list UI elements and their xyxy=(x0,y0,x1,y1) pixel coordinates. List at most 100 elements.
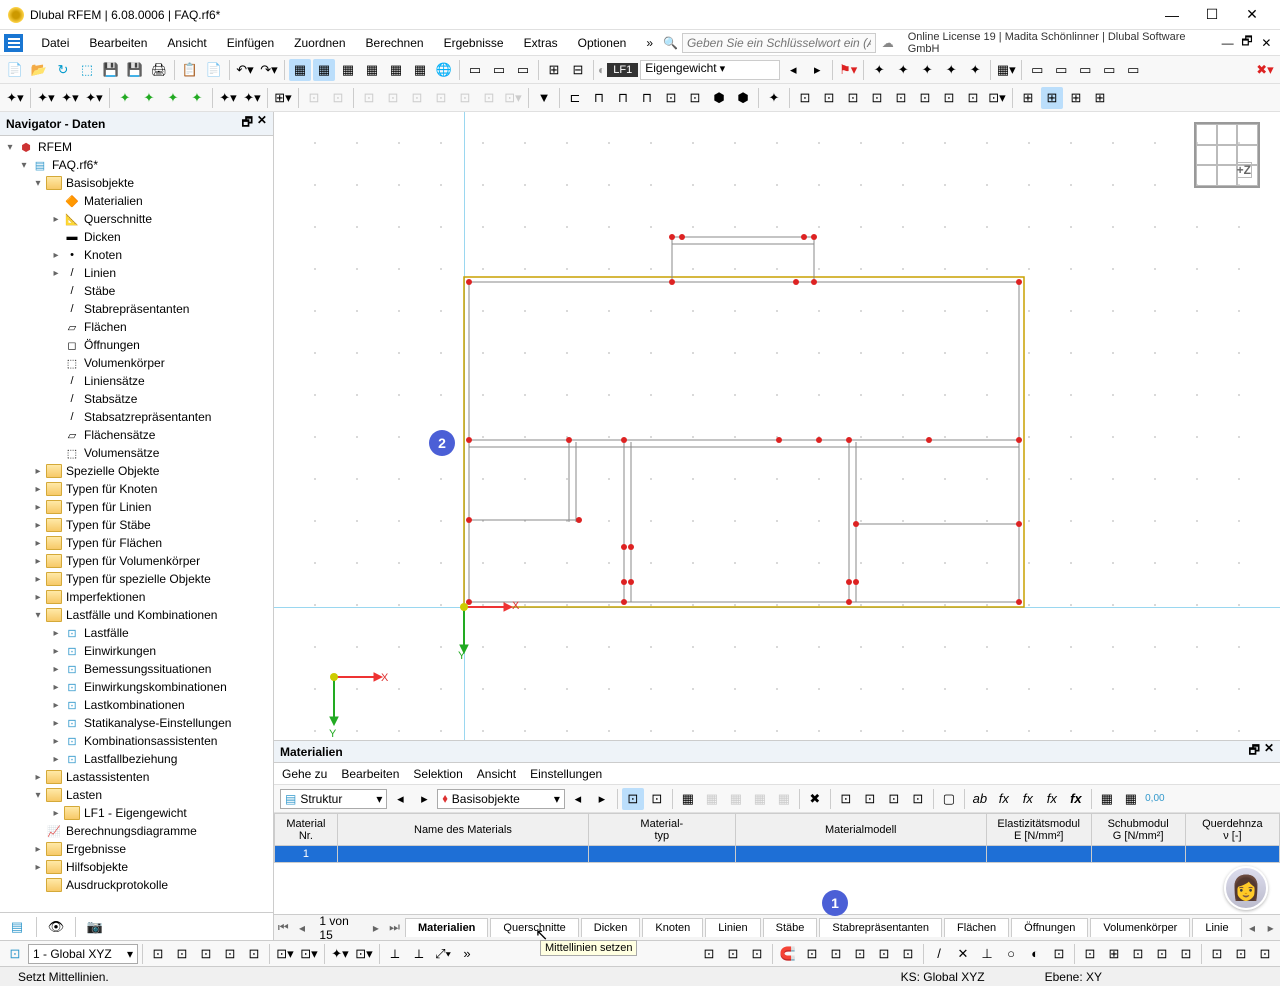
tree-item[interactable]: /Liniensätze xyxy=(0,372,273,390)
tree-item[interactable]: ⬚Volumensätze xyxy=(0,444,273,462)
bt-snap3-icon[interactable]: ⊡ xyxy=(825,943,847,965)
tool-e-icon[interactable]: ✦ xyxy=(964,59,986,81)
tree-folder[interactable]: 📈Berechnungsdiagramme xyxy=(0,822,273,840)
page-icon[interactable]: 📄 xyxy=(203,59,225,81)
tree-item[interactable]: ▸📐Querschnitte xyxy=(0,210,273,228)
bp-restore-icon[interactable]: 🗗 xyxy=(1249,741,1260,762)
bp-t1-icon[interactable]: ⊡ xyxy=(622,788,644,810)
menu-optionen[interactable]: Optionen xyxy=(568,36,637,50)
tree-item[interactable]: ▸⊡Einwirkungen xyxy=(0,642,273,660)
tree-folder[interactable]: ▸Ergebnisse xyxy=(0,840,273,858)
tree-file[interactable]: ▾▤FAQ.rf6* xyxy=(0,156,273,174)
lf-next-icon[interactable]: ▸ xyxy=(806,59,828,81)
bp-prev-icon[interactable]: ◂ xyxy=(389,788,411,810)
bt-2-icon[interactable]: ⊡ xyxy=(147,943,169,965)
tree-folder[interactable]: ▸Hilfsobjekte xyxy=(0,858,273,876)
shape3-icon[interactable]: ▭ xyxy=(512,59,534,81)
bt-13-icon[interactable]: ⤢▾ xyxy=(432,943,454,965)
tree-item[interactable]: ▱Flächensätze xyxy=(0,426,273,444)
bp-next2-icon[interactable]: ▸ xyxy=(591,788,613,810)
align2-icon[interactable]: ⊟ xyxy=(567,59,589,81)
t2-9-icon[interactable]: ✦▾ xyxy=(241,87,263,109)
tab-flächen[interactable]: Flächen xyxy=(944,918,1009,937)
tabs-last-icon[interactable]: ⏭ xyxy=(385,920,404,935)
bp-prev2-icon[interactable]: ◂ xyxy=(567,788,589,810)
lf-prev-icon[interactable]: ◂ xyxy=(782,59,804,81)
nav-restore-icon[interactable]: 🗗 xyxy=(242,113,253,134)
table-column-header[interactable]: Querdehnza ν [-] xyxy=(1185,814,1279,846)
t2-34-icon[interactable]: ⊡ xyxy=(914,87,936,109)
t2-15-icon[interactable]: ⊡ xyxy=(406,87,428,109)
t2-21-icon[interactable]: ⊓ xyxy=(588,87,610,109)
menu-einfuegen[interactable]: Einfügen xyxy=(217,36,284,50)
star-icon[interactable]: ✦▾ xyxy=(4,87,26,109)
bt-snap5-icon[interactable]: ⊡ xyxy=(873,943,895,965)
table-column-header[interactable]: Material- typ xyxy=(589,814,736,846)
bt-snap2-icon[interactable]: ⊡ xyxy=(801,943,823,965)
t2-33-icon[interactable]: ⊡ xyxy=(890,87,912,109)
t2-18-icon[interactable]: ⊡ xyxy=(478,87,500,109)
tree-item[interactable]: ▸LF1 - Eigengewicht xyxy=(0,804,273,822)
tree-item[interactable]: 🔶Materialien xyxy=(0,192,273,210)
bp-select-struktur[interactable]: ▤Struktur▾ xyxy=(280,789,387,809)
navigator-tree[interactable]: ▾⬢RFEM ▾▤FAQ.rf6* ▾Basisobjekte 🔶Materia… xyxy=(0,136,273,912)
menu-overflow[interactable]: » xyxy=(636,36,663,50)
nav-camera-icon[interactable]: 📷 xyxy=(84,916,106,938)
bp-delete-icon[interactable]: ✖ xyxy=(804,788,826,810)
inner-close[interactable]: ✕ xyxy=(1257,36,1276,50)
minimize-button[interactable]: — xyxy=(1152,1,1192,29)
bp-menu-gehezu[interactable]: Gehe zu xyxy=(282,767,327,781)
shape1-icon[interactable]: ▭ xyxy=(464,59,486,81)
tree-item[interactable]: ▸/Linien xyxy=(0,264,273,282)
bt-43-icon[interactable]: ⊡ xyxy=(1254,943,1276,965)
t2-14-icon[interactable]: ⊡ xyxy=(382,87,404,109)
bt-38-icon[interactable]: ⊡ xyxy=(1127,943,1149,965)
model-icon[interactable]: ⬚ xyxy=(76,59,98,81)
tab-querschnitte[interactable]: Querschnitte xyxy=(490,918,578,937)
t2-37-icon[interactable]: ⊡▾ xyxy=(986,87,1008,109)
menu-ergebnisse[interactable]: Ergebnisse xyxy=(434,36,514,50)
shape2-icon[interactable]: ▭ xyxy=(488,59,510,81)
table-column-header[interactable]: Elastizitätsmodul E [N/mm²] xyxy=(986,814,1091,846)
support-avatar[interactable] xyxy=(1224,866,1268,910)
bt-39-icon[interactable]: ⊡ xyxy=(1151,943,1173,965)
redo-icon[interactable]: ↷▾ xyxy=(258,59,280,81)
table-column-header[interactable]: Materialmodell xyxy=(735,814,986,846)
bt-33-icon[interactable]: ○ xyxy=(1000,943,1022,965)
tree-item[interactable]: /Stabrepräsentanten xyxy=(0,300,273,318)
bt-4-icon[interactable]: ⊡ xyxy=(195,943,217,965)
tree-folder[interactable]: ▸Lastassistenten xyxy=(0,768,273,786)
materials-table[interactable]: Material Nr.Name des MaterialsMaterial- … xyxy=(274,813,1280,914)
tree-item[interactable]: /Stabsätze xyxy=(0,390,273,408)
tree-item[interactable]: ▸⊡Bemessungssituationen xyxy=(0,660,273,678)
nav-data-icon[interactable]: ▤ xyxy=(6,916,28,938)
bp-fx2-icon[interactable]: fx xyxy=(993,788,1015,810)
coord-system-select[interactable]: 1 - Global XYZ▾ xyxy=(28,944,138,964)
tool-g-icon[interactable]: ▭ xyxy=(1026,59,1048,81)
bt-6-icon[interactable]: ⊡ xyxy=(243,943,265,965)
tree-lastfaelle[interactable]: ▾Lastfälle und Kombinationen xyxy=(0,606,273,624)
tree-item[interactable]: ▸⊡Lastfallbeziehung xyxy=(0,750,273,768)
view-1-icon[interactable]: ▦ xyxy=(289,59,311,81)
tab-volumenkörper[interactable]: Volumenkörper xyxy=(1090,918,1190,937)
open-file-icon[interactable]: 📂 xyxy=(28,59,50,81)
tabs-scroll-left-icon[interactable]: ◂ xyxy=(1243,921,1262,935)
tree-folder[interactable]: ▸Imperfektionen xyxy=(0,588,273,606)
align-icon[interactable]: ⊞ xyxy=(543,59,565,81)
view-5-icon[interactable]: ▦ xyxy=(385,59,407,81)
bt-42-icon[interactable]: ⊡ xyxy=(1230,943,1252,965)
t2-10-icon[interactable]: ⊞▾ xyxy=(272,87,294,109)
t2-38-icon[interactable]: ⊞ xyxy=(1017,87,1039,109)
menu-datei[interactable]: Datei xyxy=(31,36,79,50)
bp-t11-icon[interactable]: ⊡ xyxy=(907,788,929,810)
table-column-header[interactable]: Name des Materials xyxy=(337,814,588,846)
bp-t3-icon[interactable]: ▦ xyxy=(677,788,699,810)
bp-fx3-icon[interactable]: fx xyxy=(1017,788,1039,810)
table-row[interactable]: 1 xyxy=(274,846,1279,863)
tree-folder[interactable]: ▸Typen für Stäbe xyxy=(0,516,273,534)
bt-41-icon[interactable]: ⊡ xyxy=(1206,943,1228,965)
model-viewport[interactable]: X Y X Y +Z 2 xyxy=(274,112,1280,740)
table-column-header[interactable]: Schubmodul G [N/mm²] xyxy=(1091,814,1185,846)
tree-rfem[interactable]: ▾⬢RFEM xyxy=(0,138,273,156)
t2-27-icon[interactable]: ⬢ xyxy=(732,87,754,109)
